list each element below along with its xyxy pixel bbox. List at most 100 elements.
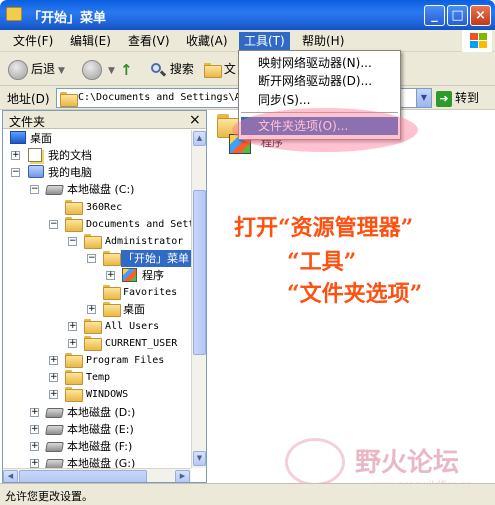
content-pane: 程序 打开“资源管理器” “工具” “文件夹选项”	[209, 110, 495, 483]
expand-icon[interactable]: +	[30, 425, 39, 434]
collapse-icon[interactable]: −	[87, 254, 96, 263]
menu-disconnect-network-drive[interactable]: 断开网络驱动器(D)...	[241, 72, 398, 90]
instruction-line-3: “文件夹选项”	[287, 281, 423, 307]
programs-icon	[122, 268, 137, 282]
back-button[interactable]: 后退 ▼	[8, 56, 65, 82]
folder-icon	[84, 234, 102, 249]
menu-help[interactable]: 帮助(H)	[297, 32, 349, 50]
up-button[interactable]: ↑	[120, 56, 138, 82]
tree-item-program-files[interactable]: + Program Files	[3, 352, 164, 369]
folder-tree: 桌面 + 我的文档 − 我的电脑 − 本地磁盘 (C:) 360Rec − Do…	[3, 130, 191, 468]
drive-icon	[45, 442, 64, 452]
folder-icon	[84, 336, 102, 351]
menu-synchronize[interactable]: 同步(S)...	[241, 91, 398, 109]
tree-item-current-user[interactable]: + CURRENT_USER	[3, 335, 177, 352]
go-button[interactable]: ➜ 转到	[436, 89, 479, 108]
title-bar[interactable]: 「开始」菜单 _ □ ×	[0, 0, 495, 30]
tools-menu: 映射网络驱动器(N)... 断开网络驱动器(D)... 同步(S)... 文件夹…	[238, 50, 401, 140]
documents-icon	[28, 148, 42, 162]
scroll-left-icon[interactable]: ◀	[3, 470, 18, 482]
tree-horizontal-scrollbar[interactable]: ◀ ▶	[3, 468, 191, 482]
tree-item-user-desktop[interactable]: + 桌面	[3, 301, 145, 318]
expand-icon[interactable]: +	[30, 442, 39, 451]
folder-icon	[60, 92, 78, 107]
scroll-down-icon[interactable]: ▼	[193, 451, 206, 466]
expand-icon[interactable]: +	[49, 390, 58, 399]
collapse-icon[interactable]: −	[11, 168, 20, 177]
folders-pane: 文件夹 × 桌面 + 我的文档 − 我的电脑 − 本地磁盘 (C:) 360Re…	[2, 110, 207, 483]
expand-icon[interactable]: +	[30, 408, 39, 417]
wildfire-logo-icon	[285, 438, 345, 486]
menu-bar: 文件(F) 编辑(E) 查看(V) 收藏(A) 工具(T) 帮助(H)	[0, 30, 495, 52]
menu-separator	[241, 112, 398, 113]
tree-item-all-users[interactable]: + All Users	[3, 318, 159, 335]
pane-close-button[interactable]: ×	[189, 111, 201, 129]
menu-favorites[interactable]: 收藏(A)	[181, 32, 233, 50]
address-dropdown-button[interactable]: ▼	[416, 88, 432, 108]
expand-icon[interactable]: +	[68, 322, 77, 331]
computer-icon	[28, 165, 44, 178]
folders-button[interactable]: 文	[204, 56, 236, 82]
instruction-line-2: “工具”	[287, 249, 357, 275]
expand-icon[interactable]: +	[11, 151, 20, 160]
up-folder-icon: ↑	[120, 60, 133, 79]
address-value: C:\Documents and Settings\A	[78, 92, 241, 103]
pane-header: 文件夹 ×	[3, 111, 206, 129]
tree-item-administrator[interactable]: − Administrator	[3, 233, 183, 250]
pane-title: 文件夹	[9, 115, 46, 129]
chevron-down-icon: ▼	[58, 66, 65, 76]
close-button[interactable]: ×	[470, 5, 491, 26]
expand-icon[interactable]: +	[49, 373, 58, 382]
expand-icon[interactable]: +	[68, 339, 77, 348]
tree-item-favorites[interactable]: Favorites	[3, 284, 177, 301]
scroll-right-icon[interactable]: ▶	[175, 470, 190, 482]
expand-icon[interactable]: +	[30, 459, 39, 468]
tree-item-documents-and-settings[interactable]: − Documents and Setti	[3, 216, 191, 233]
tree-item-360rec[interactable]: 360Rec	[3, 199, 122, 216]
scroll-thumb[interactable]	[193, 190, 206, 355]
folder-icon	[65, 353, 83, 368]
maximize-button[interactable]: □	[447, 5, 468, 26]
menu-view[interactable]: 查看(V)	[123, 32, 175, 50]
expand-icon[interactable]: +	[87, 305, 96, 314]
forward-arrow-icon	[82, 59, 102, 80]
menu-map-network-drive[interactable]: 映射网络驱动器(N)...	[241, 54, 398, 72]
folder-icon	[84, 319, 102, 334]
tree-item-windows[interactable]: + WINDOWS	[3, 386, 128, 403]
folder-icon	[65, 200, 83, 215]
folder-icon	[204, 63, 222, 78]
folder-icon	[65, 387, 83, 402]
address-label: 地址(D)	[7, 92, 50, 106]
tree-item-temp[interactable]: + Temp	[3, 369, 110, 386]
open-folder-icon	[103, 251, 121, 266]
scroll-thumb[interactable]	[19, 470, 147, 482]
forward-button[interactable]: ▼	[82, 56, 115, 82]
folder-icon	[65, 370, 83, 385]
go-arrow-icon: ➜	[436, 90, 452, 107]
desktop-icon	[10, 131, 26, 144]
collapse-icon[interactable]: −	[30, 185, 39, 194]
folder-icon	[65, 217, 83, 232]
expand-icon[interactable]: +	[106, 271, 115, 280]
tree-vertical-scrollbar[interactable]: ▲ ▼	[191, 130, 206, 468]
back-arrow-icon	[8, 59, 28, 80]
folder-icon	[103, 285, 121, 300]
folder-icon	[6, 7, 22, 21]
scroll-up-icon[interactable]: ▲	[193, 131, 206, 146]
search-icon	[150, 62, 167, 78]
tree-item-start-menu[interactable]: − 「开始」菜单	[3, 250, 191, 267]
expand-icon[interactable]: +	[49, 356, 58, 365]
folder-icon	[103, 302, 121, 317]
collapse-icon[interactable]: −	[68, 237, 77, 246]
menu-file[interactable]: 文件(F)	[8, 32, 58, 50]
drive-icon	[45, 185, 64, 195]
menu-edit[interactable]: 编辑(E)	[65, 32, 116, 50]
status-text: 允许您更改设置。	[5, 490, 93, 503]
windows-logo-icon	[462, 30, 492, 52]
minimize-button[interactable]: _	[424, 5, 445, 26]
collapse-icon[interactable]: −	[49, 220, 58, 229]
menu-folder-options[interactable]: 文件夹选项(O)...	[241, 117, 398, 135]
chevron-down-icon: ▼	[108, 66, 115, 76]
search-button[interactable]: 搜索	[150, 56, 194, 82]
menu-tools[interactable]: 工具(T)	[239, 32, 290, 50]
